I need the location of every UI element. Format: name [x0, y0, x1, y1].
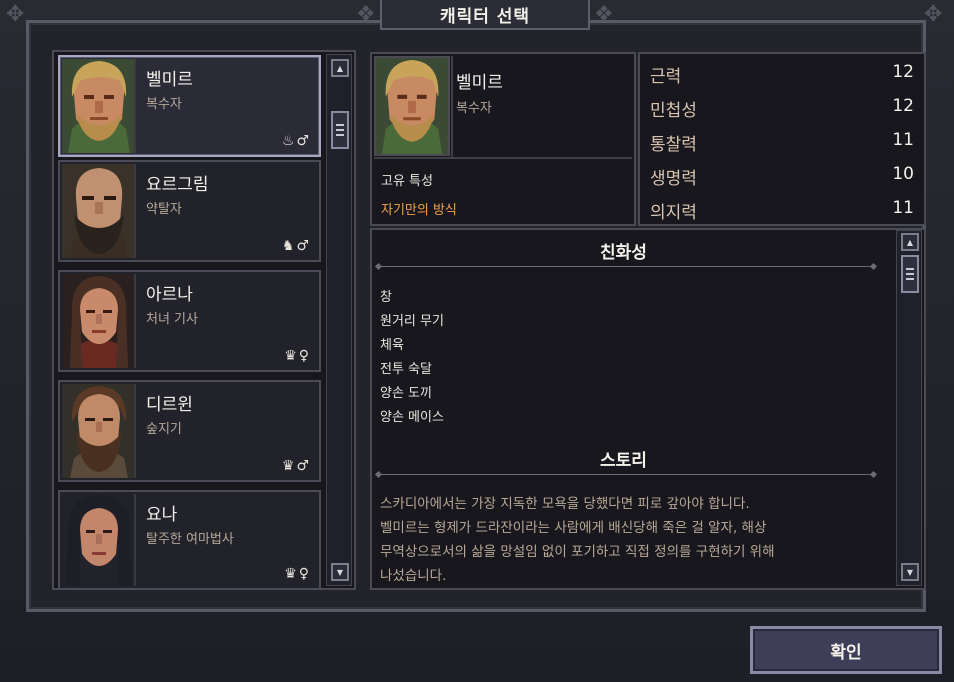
character-card[interactable]: 아르나 처녀 기사 ♛♀: [58, 270, 321, 372]
scroll-down-button[interactable]: ▼: [331, 563, 349, 581]
story-title: 스토리: [600, 451, 647, 471]
character-class: 약탈자: [146, 202, 182, 217]
confirm-button[interactable]: 확인: [750, 626, 942, 674]
character-class: 복수자: [146, 97, 182, 112]
window-frame: ✥ ✥ ❖ ❖ 캐릭터 선택 벨미르 복수자 ♨♂ 요르그림 약탈자 ♞♂ 아르…: [0, 0, 954, 682]
class-gender-icon: ♞♂: [281, 238, 311, 254]
stat-value: 11: [892, 198, 914, 218]
ornament-icon: ❖: [356, 2, 376, 27]
ornament-icon: ✥: [924, 2, 943, 27]
story-text: 나섰습니다.: [380, 568, 447, 584]
portrait-image: [62, 274, 136, 368]
ornament-icon: ❖: [594, 2, 614, 27]
stat-label: 의지력: [650, 203, 697, 223]
selected-portrait-image: [374, 56, 450, 156]
character-class: 처녀 기사: [146, 312, 198, 327]
scroll-down-button[interactable]: ▼: [901, 563, 919, 581]
character-card[interactable]: 디르윈 숲지기 ♛♂: [58, 380, 321, 482]
class-gender-icon: ♛♂: [281, 458, 311, 474]
scroll-thumb[interactable]: [331, 111, 349, 149]
character-name: 아르나: [146, 285, 193, 305]
stat-value: 12: [892, 96, 914, 116]
character-name: 벨미르: [146, 70, 193, 90]
stat-value: 11: [892, 130, 914, 150]
character-card[interactable]: 요르그림 약탈자 ♞♂: [58, 160, 321, 262]
character-name: 디르윈: [146, 395, 193, 415]
affinity-item: 양손 메이스: [380, 410, 444, 425]
divider: [374, 157, 632, 159]
stat-row: 생명력 10: [650, 164, 916, 190]
affinity-item: 체육: [380, 338, 404, 353]
character-name: 요나: [146, 505, 178, 525]
story-text: 벨미르는 형제가 드라잔이라는 사람에게 배신당해 죽은 걸 알자, 해상: [380, 520, 767, 536]
trait-label: 고유 특성: [381, 174, 433, 189]
divider: [451, 56, 453, 157]
affinity-item: 양손 도끼: [380, 386, 432, 401]
character-list-scrollbar[interactable]: ▲ ▼: [326, 54, 352, 586]
character-class: 숲지기: [146, 422, 182, 437]
section-divider: [378, 266, 874, 267]
affinity-item: 창: [380, 290, 392, 305]
class-gender-icon: ♛♀: [284, 566, 311, 582]
title-bar: 캐릭터 선택: [380, 0, 590, 30]
stat-label: 근력: [650, 67, 682, 87]
stat-row: 의지력 11: [650, 198, 916, 224]
trait-value[interactable]: 자기만의 방식: [381, 199, 457, 218]
window-title: 캐릭터 선택: [439, 6, 531, 27]
section-divider: [378, 474, 874, 475]
selected-name: 벨미르: [456, 73, 503, 93]
class-gender-icon: ♨♂: [281, 133, 311, 149]
ornament-icon: ✥: [6, 2, 25, 27]
stat-row: 민첩성 12: [650, 96, 916, 122]
affinity-item: 원거리 무기: [380, 314, 444, 329]
story-text: 스카디아에서는 가장 지독한 모욕을 당했다면 피로 갚아야 합니다.: [380, 496, 750, 512]
portrait-image: [62, 59, 136, 153]
scroll-thumb[interactable]: [901, 255, 919, 293]
stat-label: 민첩성: [650, 101, 697, 121]
stat-label: 통찰력: [650, 135, 697, 155]
stat-value: 10: [892, 164, 914, 184]
character-class: 탈주한 여마법사: [146, 532, 234, 547]
affinity-item: 전투 숙달: [380, 362, 432, 377]
class-gender-icon: ♛♀: [284, 348, 311, 364]
portrait-image: [62, 494, 136, 586]
scroll-up-button[interactable]: ▲: [901, 233, 919, 251]
scroll-up-button[interactable]: ▲: [331, 59, 349, 77]
stat-row: 근력 12: [650, 62, 916, 88]
stat-label: 생명력: [650, 169, 697, 189]
stat-row: 통찰력 11: [650, 130, 916, 156]
selected-class: 복수자: [456, 101, 492, 116]
portrait-image: [62, 164, 136, 258]
confirm-label: 확인: [830, 642, 862, 663]
portrait-image: [62, 384, 136, 478]
story-text: 무역상으로서의 삶을 망설임 없이 포기하고 직접 정의를 구현하기 위해: [380, 544, 775, 560]
stat-value: 12: [892, 62, 914, 82]
character-card[interactable]: 요나 탈주한 여마법사 ♛♀: [58, 490, 321, 590]
affinity-title: 친화성: [600, 243, 647, 263]
detail-scrollbar[interactable]: ▲ ▼: [896, 230, 922, 586]
character-card[interactable]: 벨미르 복수자 ♨♂: [58, 55, 321, 157]
character-name: 요르그림: [146, 175, 209, 195]
